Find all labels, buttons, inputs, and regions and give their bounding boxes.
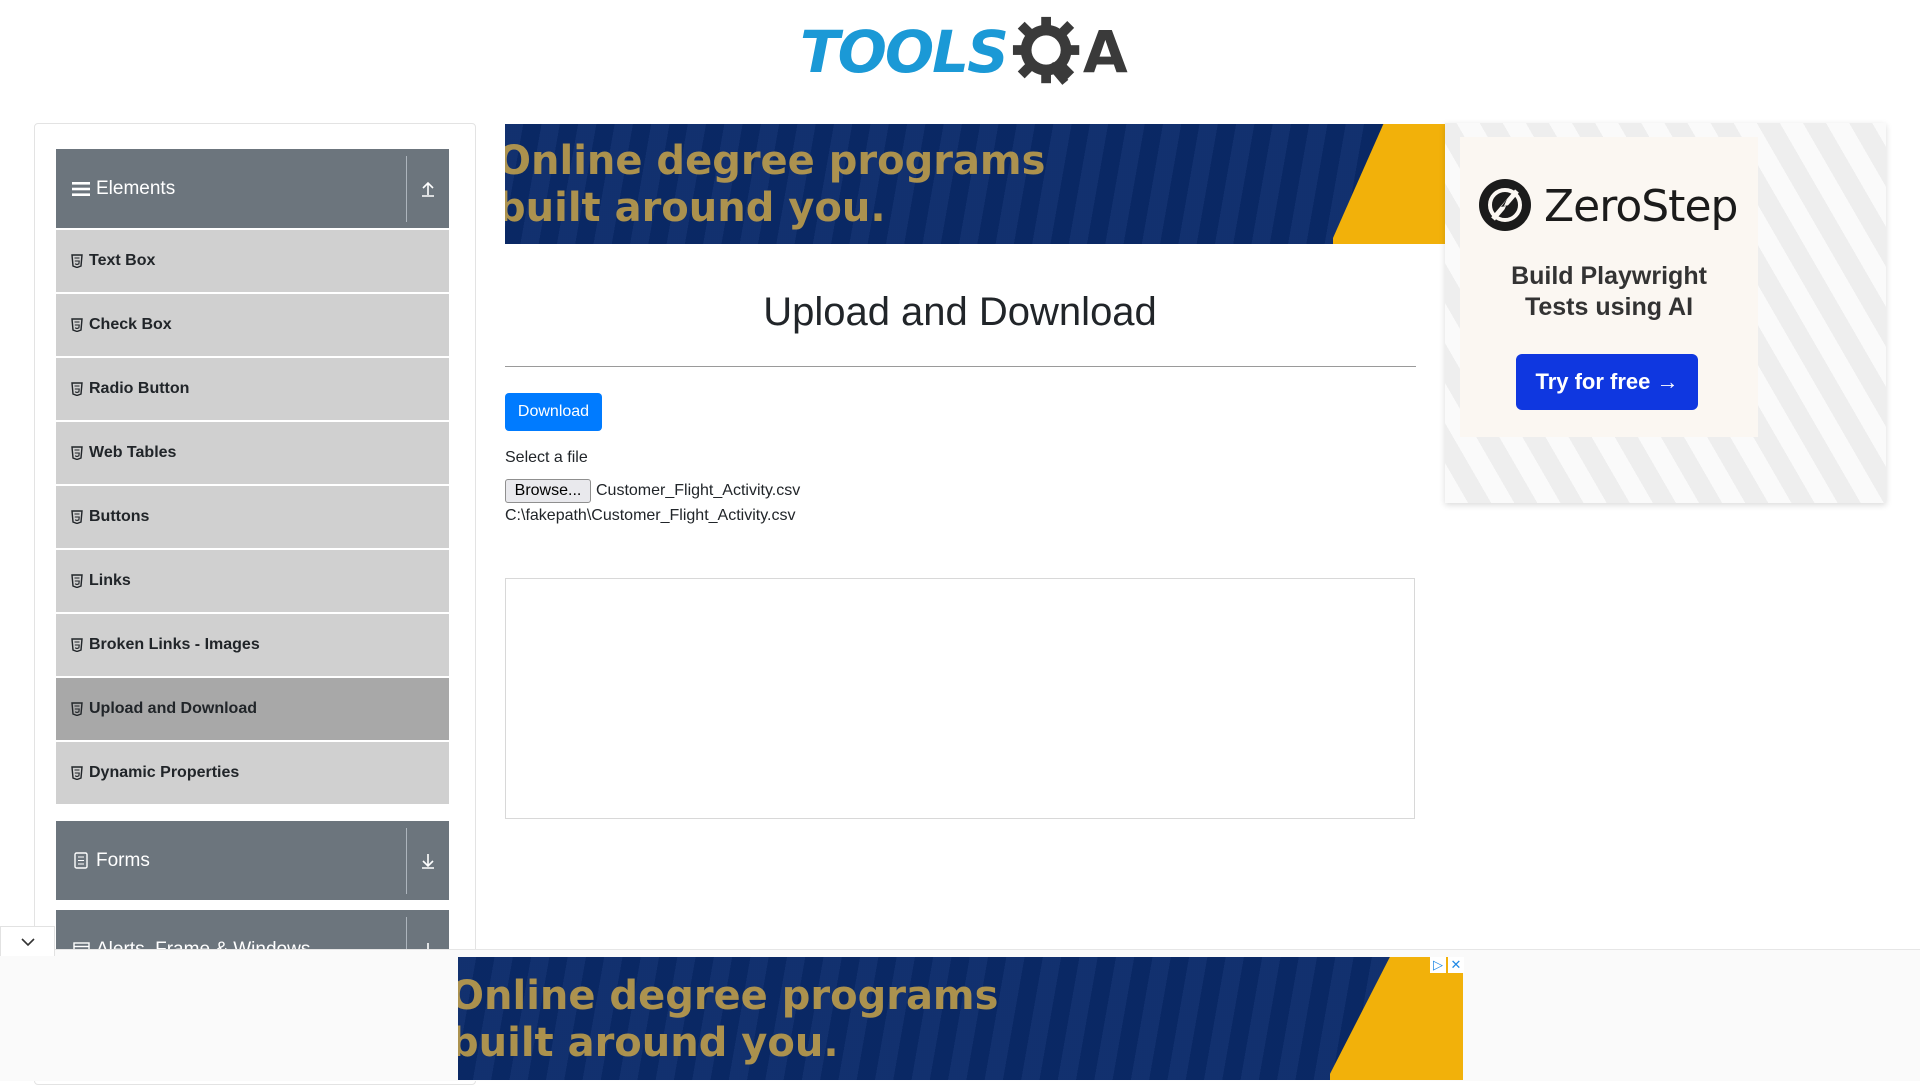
select-file-label: Select a file bbox=[505, 449, 588, 466]
chevron-down-icon bbox=[20, 937, 35, 946]
gear-icon bbox=[1012, 16, 1080, 85]
html5-icon bbox=[71, 446, 83, 460]
sidebar-item-radio-button[interactable]: Radio Button bbox=[56, 358, 449, 420]
uploaded-file-path: C:\fakepath\Customer_Flight_Activity.csv bbox=[505, 507, 796, 524]
sidebar-item-text-box[interactable]: Text Box bbox=[56, 230, 449, 292]
ad-choices-controls: ▷ ✕ bbox=[1430, 957, 1464, 973]
sidebar-item-links[interactable]: Links bbox=[56, 550, 449, 612]
zerostep-brand: ZeroStep bbox=[1544, 181, 1738, 232]
logo-tools-text: TOOLS bbox=[800, 18, 1009, 86]
sidebar-group-forms[interactable]: Forms bbox=[56, 821, 449, 900]
sidebar-item-check-box[interactable]: Check Box bbox=[56, 294, 449, 356]
sidebar-item-label: Dynamic Properties bbox=[89, 764, 240, 781]
sidebar-group-label: Forms bbox=[96, 849, 150, 871]
try-for-free-button[interactable]: Try for free → bbox=[1516, 354, 1698, 410]
zerostep-tagline: Build Playwright Tests using AI bbox=[1511, 262, 1707, 322]
logo-a-text: A bbox=[1082, 18, 1128, 86]
bottom-banner-ad[interactable]: Online degree programs built around you. bbox=[458, 957, 1463, 1080]
sidebar-item-label: Broken Links - Images bbox=[89, 636, 260, 653]
sidebar-group-label: Elements bbox=[96, 177, 176, 199]
sidebar-item-label: Upload and Download bbox=[89, 700, 257, 717]
html5-icon bbox=[71, 254, 83, 268]
page-title: Upload and Download bbox=[763, 290, 1157, 334]
sidebar-item-label: Text Box bbox=[89, 252, 156, 269]
banner-text: Online degree programs built around you. bbox=[505, 138, 1046, 232]
html5-icon bbox=[71, 638, 83, 652]
toolsqa-logo[interactable]: TOOLS A bbox=[800, 12, 1128, 92]
browse-button[interactable]: Browse... bbox=[505, 479, 591, 503]
page-header: TOOLS A bbox=[0, 0, 1920, 100]
html5-icon bbox=[71, 510, 83, 524]
sidebar-item-label: Links bbox=[89, 572, 131, 589]
sidebar-item-buttons[interactable]: Buttons bbox=[56, 486, 449, 548]
html5-icon bbox=[71, 318, 83, 332]
sidebar-item-dynamic-properties[interactable]: Dynamic Properties bbox=[56, 742, 449, 804]
sidebar-item-label: Web Tables bbox=[89, 444, 177, 461]
sidebar-item-label: Check Box bbox=[89, 316, 172, 333]
html5-icon bbox=[71, 702, 83, 716]
close-icon[interactable]: ✕ bbox=[1448, 957, 1464, 973]
top-banner-ad[interactable]: Online degree programs built around you. bbox=[505, 124, 1445, 244]
adchoices-icon[interactable]: ▷ bbox=[1430, 957, 1446, 973]
sidebar-item-label: Radio Button bbox=[89, 380, 190, 397]
sidebar-item-label: Buttons bbox=[89, 508, 150, 525]
zerostep-ad-card[interactable]: ZeroStep Build Playwright Tests using AI… bbox=[1460, 137, 1758, 437]
banner-text: Online degree programs built around you. bbox=[458, 973, 999, 1067]
expand-down-icon[interactable] bbox=[407, 852, 449, 870]
sidebar-item-broken-links-images[interactable]: Broken Links - Images bbox=[56, 614, 449, 676]
download-button[interactable]: Download bbox=[505, 393, 602, 431]
sidebar-item-upload-and-download[interactable]: Upload and Download bbox=[56, 678, 449, 740]
html5-icon bbox=[71, 382, 83, 396]
content-frame bbox=[505, 578, 1415, 819]
title-divider bbox=[505, 366, 1416, 367]
html5-icon bbox=[71, 574, 83, 588]
right-sidebar-ad[interactable]: ZeroStep Build Playwright Tests using AI… bbox=[1445, 123, 1886, 503]
zerostep-logo-icon bbox=[1479, 179, 1531, 231]
sidebar-item-web-tables[interactable]: Web Tables bbox=[56, 422, 449, 484]
collapse-ad-button[interactable] bbox=[0, 926, 55, 956]
document-icon bbox=[72, 852, 90, 870]
html5-icon bbox=[71, 766, 83, 780]
selected-file-name: Customer_Flight_Activity.csv bbox=[596, 482, 801, 499]
collapse-up-icon[interactable] bbox=[407, 180, 449, 198]
sidebar-group-elements[interactable]: Elements bbox=[56, 149, 449, 228]
hamburger-icon bbox=[72, 180, 90, 198]
sidebar: Elements Text Box Check Box Radio Button… bbox=[34, 123, 476, 1085]
